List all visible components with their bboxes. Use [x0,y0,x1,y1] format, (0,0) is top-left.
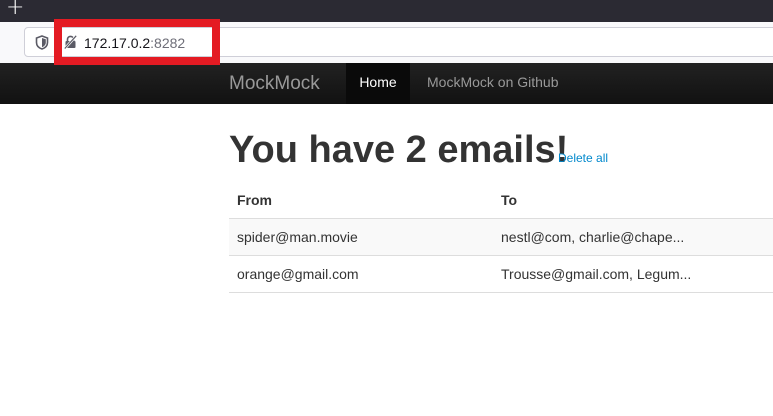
page: + 172.17.0.2:8282 MockMock Home MockMock… [0,0,773,416]
delete-all-link[interactable]: Delete all [558,150,608,166]
browser-tab-strip: + [0,0,773,22]
email-from[interactable]: spider@man.movie [237,219,358,255]
table-row[interactable]: orange@gmail.com Trousse@gmail.com, Legu… [229,256,773,293]
table-header-row: From To [229,182,773,219]
page-title: You have 2 emails! [229,129,569,171]
app-navbar: MockMock Home MockMock on Github [0,63,773,104]
shield-icon[interactable] [35,35,49,50]
url-text[interactable]: 172.17.0.2:8282 [84,34,185,52]
insecure-lock-icon[interactable] [64,35,77,49]
email-from[interactable]: orange@gmail.com [237,256,359,292]
nav-item-github[interactable]: MockMock on Github [427,63,559,104]
email-to[interactable]: nestl@com, charlie@chape... [501,219,684,255]
nav-item-home[interactable]: Home [346,63,410,104]
plus-icon[interactable]: + [6,0,26,19]
column-header-from[interactable]: From [237,182,272,218]
column-header-to[interactable]: To [501,182,517,218]
url-host: 172.17.0.2 [84,35,151,51]
table-row[interactable]: spider@man.movie nestl@com, charlie@chap… [229,219,773,256]
url-port: :8282 [150,35,186,51]
email-to[interactable]: Trousse@gmail.com, Legum... [501,256,691,292]
brand-link[interactable]: MockMock [229,63,320,104]
